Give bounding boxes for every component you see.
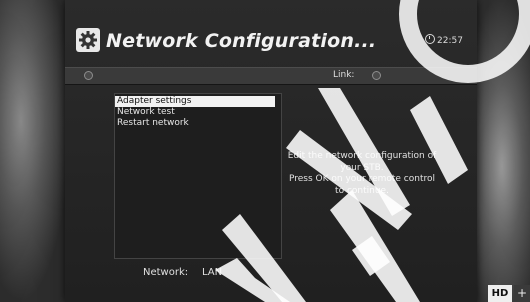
help-line: your STB.: [340, 162, 384, 173]
link-status-dot: [372, 71, 381, 80]
link-label: Link:: [333, 70, 355, 80]
tv-screen: Network Configuration... 22:57 Link: Ada…: [0, 0, 530, 302]
page-title: Network Configuration...: [106, 30, 377, 52]
help-text: Edit the network configuration of your S…: [282, 151, 442, 197]
network-label: Network:: [143, 267, 189, 278]
hd-badge: HD: [488, 285, 512, 302]
clock-time: 22:57: [437, 36, 463, 46]
status-bar: [65, 67, 477, 85]
plus-badge: +: [514, 285, 530, 302]
background-photo-left: [0, 0, 70, 302]
menu-item-restart-network[interactable]: Restart network: [115, 118, 275, 129]
gear-icon: [76, 28, 100, 52]
clock: 22:57: [425, 34, 463, 46]
clock-icon: [425, 34, 435, 44]
help-line: Edit the network configuration of: [287, 151, 437, 161]
status-dot-left: [84, 71, 93, 80]
help-line: to continue.: [335, 185, 389, 196]
menu-item-adapter-settings[interactable]: Adapter settings: [115, 96, 275, 107]
menu-item-network-test[interactable]: Network test: [115, 107, 275, 118]
network-value: LAN: [202, 267, 223, 278]
help-line: Press OK on your remote control: [289, 174, 435, 184]
